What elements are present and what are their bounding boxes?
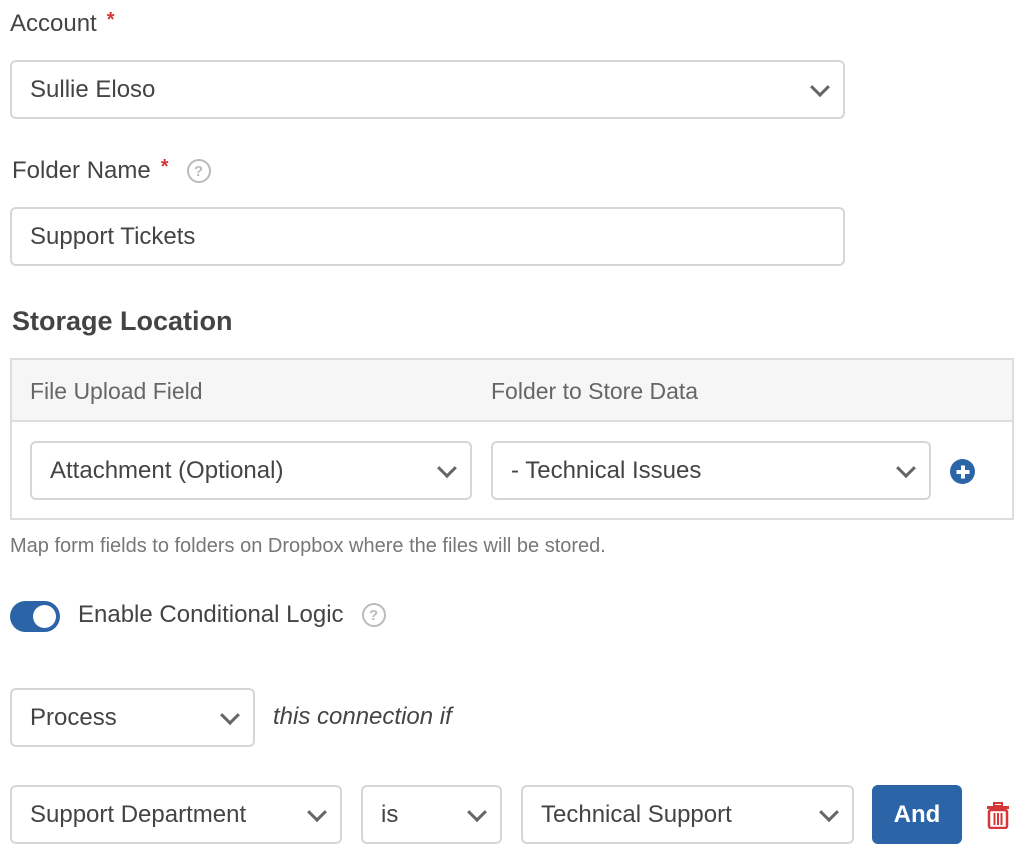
rule-value-value: Technical Support (541, 800, 732, 828)
chevron-down-icon (810, 76, 830, 97)
toggle-knob (33, 605, 56, 628)
file-upload-field-select[interactable]: Attachment (Optional) (30, 441, 472, 500)
chevron-down-icon (437, 457, 457, 478)
column-header-folder-to-store-data: Folder to Store Data (491, 378, 699, 404)
conditional-logic-label-text: Enable Conditional Logic (78, 601, 344, 628)
folder-name-label: Folder Name * ? (12, 155, 211, 185)
question-circle-icon[interactable]: ? (186, 159, 211, 183)
chevron-down-icon (220, 704, 240, 725)
conditional-logic-toggle[interactable] (10, 601, 60, 632)
rule-operator-value: is (381, 800, 399, 828)
rule-operator-select[interactable]: is (361, 785, 502, 844)
folder-name-input[interactable]: Support Tickets (10, 207, 845, 266)
action-select-value: Process (30, 703, 117, 731)
rule-field-select[interactable]: Support Department (10, 785, 342, 844)
add-and-rule-button[interactable]: And (872, 785, 962, 844)
folder-select[interactable]: - Technical Issues (491, 441, 931, 500)
table-header: File Upload Field Folder to Store Data (12, 360, 1012, 422)
action-suffix-text: this connection if (273, 703, 452, 730)
folder-select-value: - Technical Issues (511, 456, 702, 484)
storage-location-heading: Storage Location (12, 306, 233, 336)
conditional-logic-label: Enable Conditional Logic ? (78, 601, 386, 629)
rule-value-select[interactable]: Technical Support (521, 785, 854, 844)
folder-name-label-text: Folder Name (12, 157, 151, 184)
chevron-down-icon (467, 801, 487, 822)
rule-field-value: Support Department (30, 800, 247, 828)
folder-name-input-value: Support Tickets (30, 222, 196, 250)
chevron-down-icon (819, 801, 839, 822)
file-upload-field-value: Attachment (Optional) (50, 456, 284, 484)
column-header-file-upload-field: File Upload Field (30, 378, 203, 404)
trash-icon[interactable] (986, 802, 1010, 829)
question-circle-icon[interactable]: ? (361, 603, 386, 627)
account-select[interactable]: Sullie Eloso (10, 60, 845, 119)
account-select-value: Sullie Eloso (30, 75, 156, 103)
chevron-down-icon (896, 457, 916, 478)
storage-location-description: Map form fields to folders on Dropbox wh… (10, 535, 606, 557)
required-asterisk: * (106, 8, 115, 31)
account-label-text: Account (10, 10, 97, 37)
required-asterisk: * (160, 155, 169, 178)
action-select[interactable]: Process (10, 688, 255, 747)
account-label: Account * (10, 8, 115, 38)
chevron-down-icon (307, 801, 327, 822)
plus-circle-icon[interactable] (950, 459, 975, 484)
